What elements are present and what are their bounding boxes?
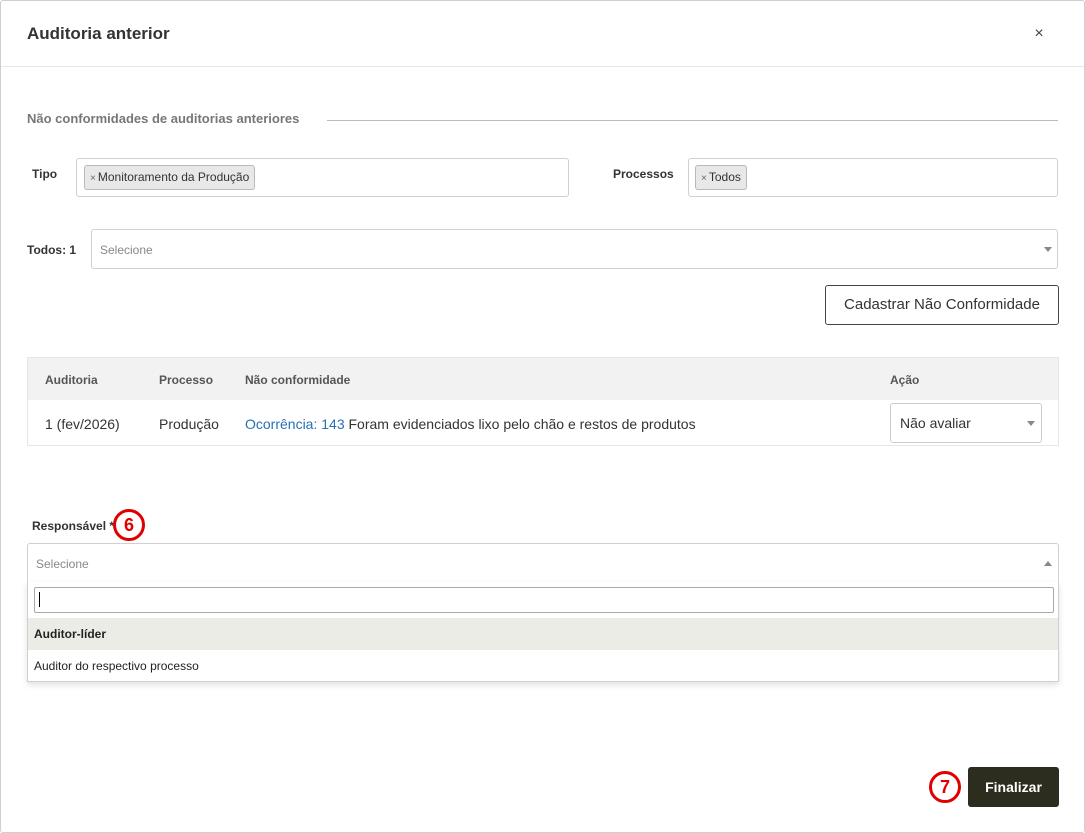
chip-remove-icon[interactable]: × (90, 173, 96, 184)
nonconformity-description: Foram evidenciados lixo pelo chão e rest… (344, 416, 696, 432)
header-nao-conformidade: Não conformidade (245, 373, 351, 387)
chevron-down-icon (1027, 421, 1035, 426)
finalize-button[interactable]: Finalizar (968, 767, 1059, 807)
todos-select[interactable]: Selecione (91, 229, 1058, 269)
register-nonconformity-button[interactable]: Cadastrar Não Conformidade (825, 285, 1059, 325)
section-title: Não conformidades de auditorias anterior… (27, 111, 300, 126)
responsavel-select[interactable]: Selecione (27, 543, 1059, 583)
header-acao: Ação (890, 373, 920, 387)
step-badge-7: 7 (929, 771, 961, 803)
chip-label: Todos (708, 170, 741, 184)
nonconformity-table: Auditoria Processo Não conformidade Ação… (27, 357, 1059, 446)
responsavel-label: Responsável * (32, 519, 115, 533)
header-auditoria: Auditoria (45, 373, 98, 387)
occurrence-link[interactable]: Ocorrência: 143 (245, 416, 345, 432)
table-header: Auditoria Processo Não conformidade Ação (28, 358, 1058, 400)
processos-chip: × Todos (695, 165, 747, 190)
header-processo: Processo (159, 373, 214, 387)
tipo-label: Tipo (32, 167, 58, 181)
chip-label: Monitoramento da Produção (97, 170, 250, 184)
cell-nao-conformidade: Ocorrência: 143 Foram evidenciados lixo … (245, 416, 696, 432)
close-icon[interactable]: × (1027, 23, 1051, 45)
text-cursor (39, 592, 40, 607)
modal-title: Auditoria anterior (27, 24, 170, 43)
modal-header: Auditoria anterior × (1, 1, 1084, 67)
section-divider (327, 120, 1058, 121)
chip-remove-icon[interactable]: × (701, 173, 707, 184)
dropdown-option[interactable]: Auditor do respectivo processo (28, 650, 1058, 682)
action-select-value: Não avaliar (900, 415, 971, 431)
todos-placeholder: Selecione (100, 243, 153, 257)
responsavel-dropdown: Auditor-líder Auditor do respectivo proc… (27, 582, 1059, 682)
chevron-down-icon (1044, 247, 1052, 252)
action-select[interactable]: Não avaliar (890, 403, 1042, 443)
responsavel-placeholder: Selecione (36, 557, 89, 571)
cell-processo: Produção (159, 416, 219, 432)
processos-multiselect[interactable]: × Todos (688, 158, 1058, 197)
dropdown-option[interactable]: Auditor-líder (28, 618, 1058, 650)
audit-modal: Auditoria anterior × Não conformidades d… (0, 0, 1085, 833)
todos-label: Todos: 1 (27, 243, 77, 257)
chevron-up-icon (1044, 561, 1052, 566)
processos-label: Processos (613, 167, 674, 181)
tipo-chip: × Monitoramento da Produção (84, 165, 256, 190)
tipo-multiselect[interactable]: × Monitoramento da Produção (76, 158, 569, 197)
cell-auditoria: 1 (fev/2026) (45, 416, 120, 432)
step-badge-6: 6 (113, 509, 145, 541)
dropdown-search-input[interactable] (34, 587, 1054, 613)
